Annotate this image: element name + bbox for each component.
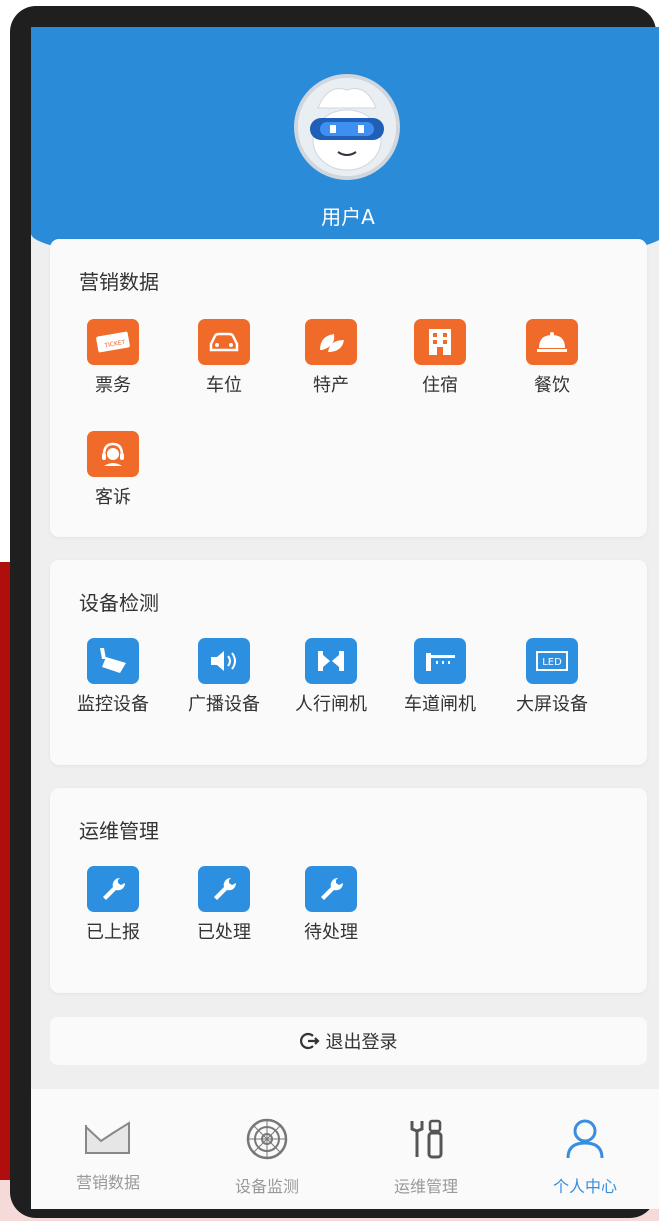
item-reported[interactable]: 已上报 <box>63 866 163 944</box>
device-check-card: 设备检测 监控设备 广播设备 人行闸机 车道闸机 LED 大屏设备 <box>50 560 647 765</box>
logout-button[interactable]: 退出登录 <box>50 1017 647 1065</box>
tab-label: 设备监测 <box>234 1177 299 1196</box>
section-title-devices: 设备检测 <box>79 591 159 615</box>
item-label: 监控设备 <box>77 694 149 715</box>
item-pending[interactable]: 待处理 <box>281 866 381 944</box>
item-label: 已上报 <box>86 922 140 943</box>
person-icon <box>566 1119 604 1159</box>
item-label: 广播设备 <box>188 694 260 715</box>
item-label: 大屏设备 <box>516 694 588 715</box>
robot-avatar-icon <box>298 78 396 176</box>
chart-icon <box>85 1121 130 1154</box>
speaker-icon <box>198 638 250 684</box>
item-lane-gate[interactable]: 车道闸机 <box>390 638 490 716</box>
item-processed[interactable]: 已处理 <box>174 866 274 944</box>
item-camera[interactable]: 监控设备 <box>63 638 163 716</box>
tab-ops[interactable]: 运维管理 <box>366 1117 486 1197</box>
section-title-ops: 运维管理 <box>79 819 159 843</box>
tab-label: 营销数据 <box>75 1173 140 1192</box>
marketing-data-card: 营销数据 TICKET 票务 车位 特产 住宿 餐饮 客诉 <box>50 239 647 537</box>
item-label: 已处理 <box>197 922 251 943</box>
wrench-icon <box>87 866 139 912</box>
headset-icon <box>87 431 139 477</box>
food-cloche-icon <box>526 319 578 365</box>
item-parking[interactable]: 车位 <box>174 319 274 397</box>
ops-management-card: 运维管理 已上报 已处理 待处理 <box>50 788 647 993</box>
phone-frame: 用户A 营销数据 TICKET 票务 车位 特产 住宿 餐饮 客诉 设备检测 监… <box>10 6 659 1218</box>
app-screen: 用户A 营销数据 TICKET 票务 车位 特产 住宿 餐饮 客诉 设备检测 监… <box>31 27 659 1209</box>
item-dining[interactable]: 餐饮 <box>502 319 602 397</box>
ticket-icon: TICKET <box>87 319 139 365</box>
tab-label: 运维管理 <box>393 1177 458 1196</box>
item-label: 餐饮 <box>534 375 570 396</box>
section-title-marketing: 营销数据 <box>79 270 159 294</box>
item-broadcast[interactable]: 广播设备 <box>174 638 274 716</box>
led-badge-text: LED <box>542 657 562 668</box>
barrier-gate-icon <box>414 638 466 684</box>
item-complaint[interactable]: 客诉 <box>63 431 163 509</box>
item-label: 车道闸机 <box>404 694 476 715</box>
tab-personal-center[interactable]: 个人中心 <box>525 1117 645 1197</box>
item-label: 住宿 <box>422 375 458 396</box>
item-label: 人行闸机 <box>295 694 367 715</box>
item-led-screen[interactable]: LED 大屏设备 <box>502 638 602 716</box>
led-screen-icon: LED <box>526 638 578 684</box>
item-pedestrian-gate[interactable]: 人行闸机 <box>281 638 381 716</box>
item-specialty[interactable]: 特产 <box>281 319 381 397</box>
wrench-icon <box>198 866 250 912</box>
item-lodging[interactable]: 住宿 <box>390 319 490 397</box>
leaf-icon <box>305 319 357 365</box>
logout-icon <box>299 1032 320 1050</box>
item-label: 票务 <box>95 375 131 396</box>
wrench-icon <box>305 866 357 912</box>
tab-label: 个人中心 <box>552 1177 617 1196</box>
avatar[interactable] <box>294 74 400 180</box>
camera-icon <box>87 638 139 684</box>
profile-header: 用户A <box>31 27 659 267</box>
username: 用户A <box>321 205 375 229</box>
item-label: 客诉 <box>95 487 131 508</box>
car-icon <box>198 319 250 365</box>
tab-device-monitor[interactable]: 设备监测 <box>207 1117 327 1197</box>
item-label: 待处理 <box>304 922 358 943</box>
building-icon <box>414 319 466 365</box>
item-label: 车位 <box>206 375 242 396</box>
item-label: 特产 <box>313 375 349 396</box>
pedestrian-gate-icon <box>305 638 357 684</box>
tab-marketing[interactable]: 营销数据 <box>48 1117 168 1193</box>
item-ticket[interactable]: TICKET 票务 <box>63 319 163 397</box>
radar-icon <box>246 1118 288 1160</box>
logout-label: 退出登录 <box>325 1032 398 1053</box>
tools-icon <box>410 1119 443 1159</box>
bottom-tab-bar: 营销数据 设备监测 运维管理 个人中心 <box>31 1089 659 1209</box>
